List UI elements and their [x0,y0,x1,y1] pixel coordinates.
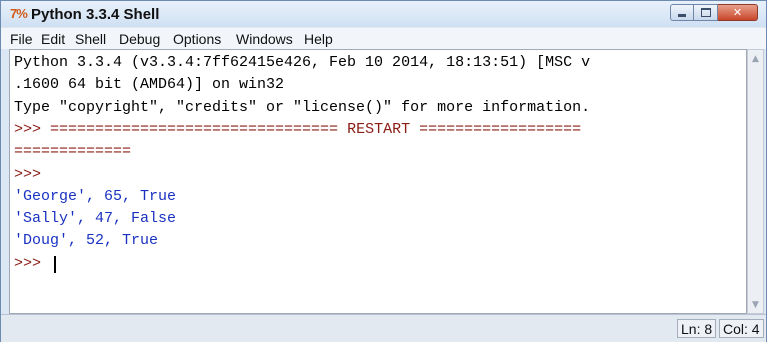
title-bar[interactable]: 7% Python 3.3.4 Shell ✕ [1,1,766,27]
shell-line: Python 3.3.4 (v3.3.4:7ff62415e426, Feb 1… [14,54,590,71]
output-text: 'George', 65, True [14,188,177,205]
shell-line-text: Type "copyright", "credits" or "license(… [14,99,591,116]
chevron-down-icon: ▼ [752,299,759,310]
close-icon: ✕ [732,6,743,19]
chevron-up-icon: ▲ [752,53,759,64]
active-prompt-line: >>> [14,255,50,272]
line-number-indicator: Ln: 8 [677,319,717,338]
menu-file[interactable]: File [10,31,33,47]
output-text: 'Doug', 52, True [14,232,159,249]
status-bar: Ln: 8 Col: 4 [1,314,766,342]
shell-line: Type "copyright", "credits" or "license(… [14,99,590,116]
close-button[interactable]: ✕ [718,4,758,21]
shell-text-area[interactable]: Python 3.3.4 (v3.3.4:7ff62415e426, Feb 1… [9,49,747,314]
scroll-up-button[interactable]: ▲ [748,50,763,67]
restart-banner: ============= [14,143,132,160]
window-title: Python 3.3.4 Shell [31,6,160,23]
shell-line: .1600 64 bit (AMD64)] on win32 [14,76,284,93]
menu-debug[interactable]: Debug [119,31,160,47]
shell-line-text: .1600 64 bit (AMD64)] on win32 [14,76,285,93]
menu-windows[interactable]: Windows [236,31,293,47]
shell-line-text: Python 3.3.4 (v3.3.4:7ff62415e426, Feb 1… [14,54,591,71]
output-line: 'Doug', 52, True [14,232,158,249]
scroll-down-button[interactable]: ▼ [748,296,763,313]
prompt-marker: >>> [14,255,51,272]
restart-banner: ================================ RESTART… [50,121,582,138]
menu-shell[interactable]: Shell [75,31,106,47]
output-line: 'Sally', 47, False [14,210,176,227]
prompt-line: >>> [14,166,41,183]
menu-options[interactable]: Options [173,31,221,47]
python-idle-icon: 7% [10,6,28,21]
menu-edit[interactable]: Edit [41,31,65,47]
prompt-marker: >>> [14,166,42,183]
menu-bar: File Edit Shell Debug Options Windows He… [1,27,766,49]
window-controls: ✕ [670,4,758,21]
menu-help[interactable]: Help [304,31,333,47]
minimize-button[interactable] [670,4,694,21]
text-cursor [54,256,56,273]
minimize-icon [678,14,686,17]
output-text: 'Sally', 47, False [14,210,177,227]
restart-line: >>> ================================ RES… [14,121,581,138]
restart-line-continued: ============= [14,143,131,160]
output-line: 'George', 65, True [14,188,176,205]
maximize-icon [700,8,711,17]
prompt-marker: >>> [14,121,51,138]
python-shell-window: 7% Python 3.3.4 Shell ✕ File Edit Shell … [0,0,767,342]
column-number-indicator: Col: 4 [719,319,764,338]
maximize-button[interactable] [694,4,718,21]
vertical-scrollbar[interactable]: ▲ ▼ [747,49,764,314]
